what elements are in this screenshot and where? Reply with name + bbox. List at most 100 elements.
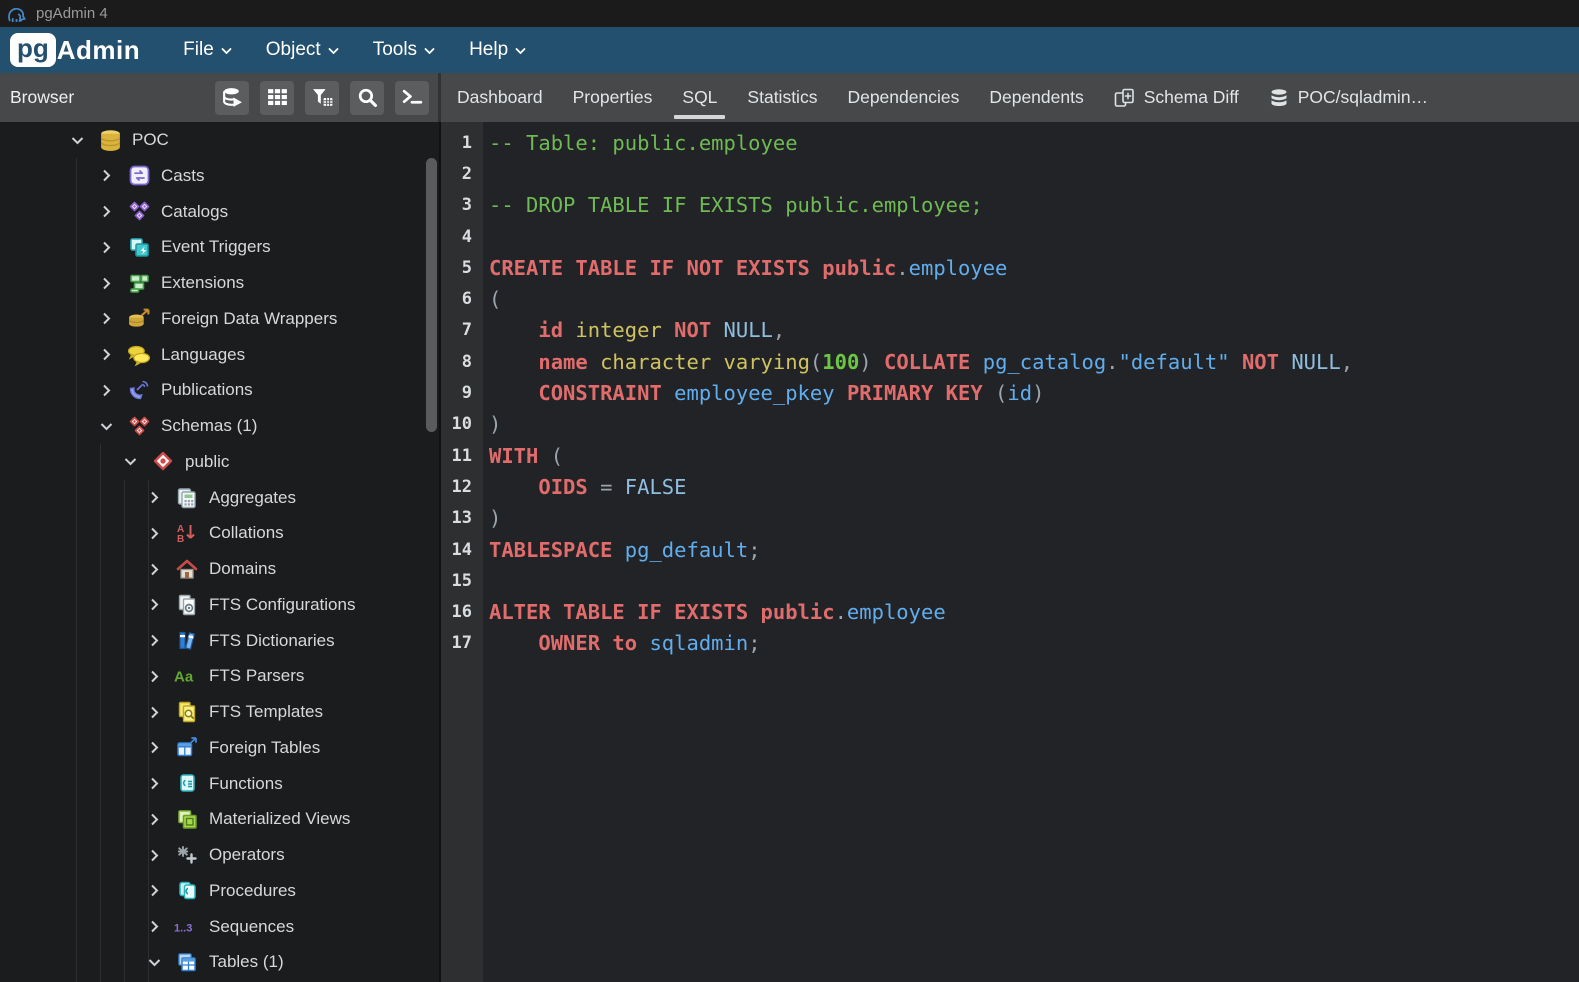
tab-poc-sqladmin[interactable]: POC/sqladmin…	[1254, 73, 1443, 122]
tab-statistics[interactable]: Statistics	[732, 73, 832, 122]
tree-item-operators[interactable]: Operators	[0, 837, 425, 873]
foreign-tables-icon	[174, 737, 200, 758]
tree-item-event-triggers[interactable]: Event Triggers	[0, 229, 425, 265]
chevron-right-icon[interactable]	[145, 813, 163, 826]
tab-label: SQL	[682, 87, 717, 108]
tab-label: Dashboard	[457, 87, 543, 108]
chevron-right-icon[interactable]	[145, 884, 163, 897]
tab-dashboard[interactable]: Dashboard	[442, 73, 558, 122]
tree-item-materialized-views[interactable]: Materialized Views	[0, 801, 425, 837]
tree-item-publications[interactable]: Publications	[0, 372, 425, 408]
view-data-icon	[266, 86, 289, 109]
pgadmin-logo: pg Admin	[10, 33, 140, 67]
tree-item-fts-parsers[interactable]: AaFTS Parsers	[0, 658, 425, 694]
tab-schema-diff[interactable]: Schema Diff	[1099, 73, 1254, 122]
operators-icon	[174, 845, 200, 865]
code-text: TABLESPACE pg_default;	[489, 538, 761, 562]
chevron-right-icon[interactable]	[145, 706, 163, 719]
chevron-right-icon[interactable]	[145, 741, 163, 754]
code-line: 13)	[441, 503, 1579, 534]
tree-item-poc[interactable]: POC	[0, 122, 425, 158]
menu-item-object[interactable]: Object	[249, 27, 356, 73]
menu-item-file[interactable]: File	[166, 27, 249, 73]
tab-dependents[interactable]: Dependents	[974, 73, 1098, 122]
tree-item-schemas-1[interactable]: Schemas (1)	[0, 408, 425, 444]
languages-icon	[126, 344, 152, 366]
tab-sql[interactable]: SQL	[667, 73, 732, 122]
database-icon	[1269, 88, 1289, 108]
chevron-right-icon[interactable]	[145, 563, 163, 576]
chevron-right-icon[interactable]	[97, 348, 115, 361]
chevron-right-icon[interactable]	[145, 849, 163, 862]
tree-item-domains[interactable]: Domains	[0, 551, 425, 587]
chevron-down-icon[interactable]	[121, 457, 139, 466]
tree-item-catalogs[interactable]: Catalogs	[0, 194, 425, 230]
sql-editor[interactable]: 1-- Table: public.employee23-- DROP TABL…	[441, 122, 1579, 982]
code-line: 5CREATE TABLE IF NOT EXISTS public.emplo…	[441, 252, 1579, 283]
line-number: 6	[441, 289, 483, 309]
code-text: OIDS = FALSE	[489, 475, 687, 499]
code-text: (	[489, 287, 501, 311]
toolbar-button-view-data[interactable]	[260, 81, 294, 115]
tree-item-collations[interactable]: ABCollations	[0, 515, 425, 551]
line-number: 16	[441, 602, 483, 622]
sequences-icon: 1..3	[174, 917, 200, 937]
code-text: CREATE TABLE IF NOT EXISTS public.employ…	[489, 256, 1007, 280]
code-line: 12 OIDS = FALSE	[441, 471, 1579, 502]
chevron-right-icon[interactable]	[145, 670, 163, 683]
line-number: 3	[441, 195, 483, 215]
code-line: 10)	[441, 409, 1579, 440]
chevron-right-icon[interactable]	[97, 205, 115, 218]
line-number: 8	[441, 352, 483, 372]
tree-item-functions[interactable]: Functions	[0, 766, 425, 802]
tab-dependencies[interactable]: Dependencies	[832, 73, 974, 122]
tree-item-foreign-data-wrappers[interactable]: Foreign Data Wrappers	[0, 301, 425, 337]
chevron-right-icon[interactable]	[145, 634, 163, 647]
line-number: 11	[441, 446, 483, 466]
tree-item-label: POC	[132, 130, 169, 150]
tree-item-extensions[interactable]: Extensions	[0, 265, 425, 301]
chevron-right-icon[interactable]	[97, 169, 115, 182]
chevron-down-icon[interactable]	[145, 958, 163, 967]
tree-item-fts-templates[interactable]: FTS Templates	[0, 694, 425, 730]
tree-item-procedures[interactable]: Procedures	[0, 873, 425, 909]
code-line: 6(	[441, 283, 1579, 314]
tree-item-aggregates[interactable]: Aggregates	[0, 480, 425, 516]
chevron-down-icon[interactable]	[97, 422, 115, 431]
code-line: 17 OWNER to sqladmin;	[441, 628, 1579, 659]
chevron-right-icon[interactable]	[145, 491, 163, 504]
chevron-right-icon[interactable]	[145, 527, 163, 540]
toolbar-button-search[interactable]	[350, 81, 384, 115]
tab-properties[interactable]: Properties	[558, 73, 668, 122]
toolbar-button-connections[interactable]	[215, 81, 249, 115]
menu-item-help[interactable]: Help	[452, 27, 543, 73]
tree-item-fts-dictionaries[interactable]: FTS Dictionaries	[0, 623, 425, 659]
chevron-down-icon[interactable]	[68, 136, 86, 145]
tree-item-fts-configurations[interactable]: FTS Configurations	[0, 587, 425, 623]
line-number: 13	[441, 508, 483, 528]
browser-panel-header: Browser	[0, 73, 441, 122]
chevron-right-icon[interactable]	[145, 598, 163, 611]
tab-label: Properties	[573, 87, 653, 108]
menu-item-label: Tools	[373, 39, 417, 61]
tree-item-public[interactable]: public	[0, 444, 425, 480]
fts-templates-icon	[174, 701, 200, 723]
chevron-right-icon[interactable]	[145, 777, 163, 790]
tree-item-sequences[interactable]: 1..3Sequences	[0, 909, 425, 945]
chevron-right-icon[interactable]	[97, 384, 115, 397]
tree-item-casts[interactable]: Casts	[0, 158, 425, 194]
chevron-right-icon[interactable]	[145, 920, 163, 933]
toolbar-button-filter[interactable]	[305, 81, 339, 115]
chevron-right-icon[interactable]	[97, 277, 115, 290]
tree-item-foreign-tables[interactable]: Foreign Tables	[0, 730, 425, 766]
chevron-right-icon[interactable]	[97, 312, 115, 325]
chevron-right-icon[interactable]	[97, 241, 115, 254]
code-line: 1-- Table: public.employee	[441, 127, 1579, 158]
tree-scrollbar[interactable]	[426, 158, 437, 432]
tree-item-languages[interactable]: Languages	[0, 337, 425, 373]
code-text: ALTER TABLE IF EXISTS public.employee	[489, 600, 946, 624]
tree-item-tables-1[interactable]: Tables (1)	[0, 944, 425, 980]
toolbar-button-psql-terminal[interactable]	[395, 81, 429, 115]
menu-item-tools[interactable]: Tools	[356, 27, 452, 73]
schema-icon	[150, 451, 176, 473]
